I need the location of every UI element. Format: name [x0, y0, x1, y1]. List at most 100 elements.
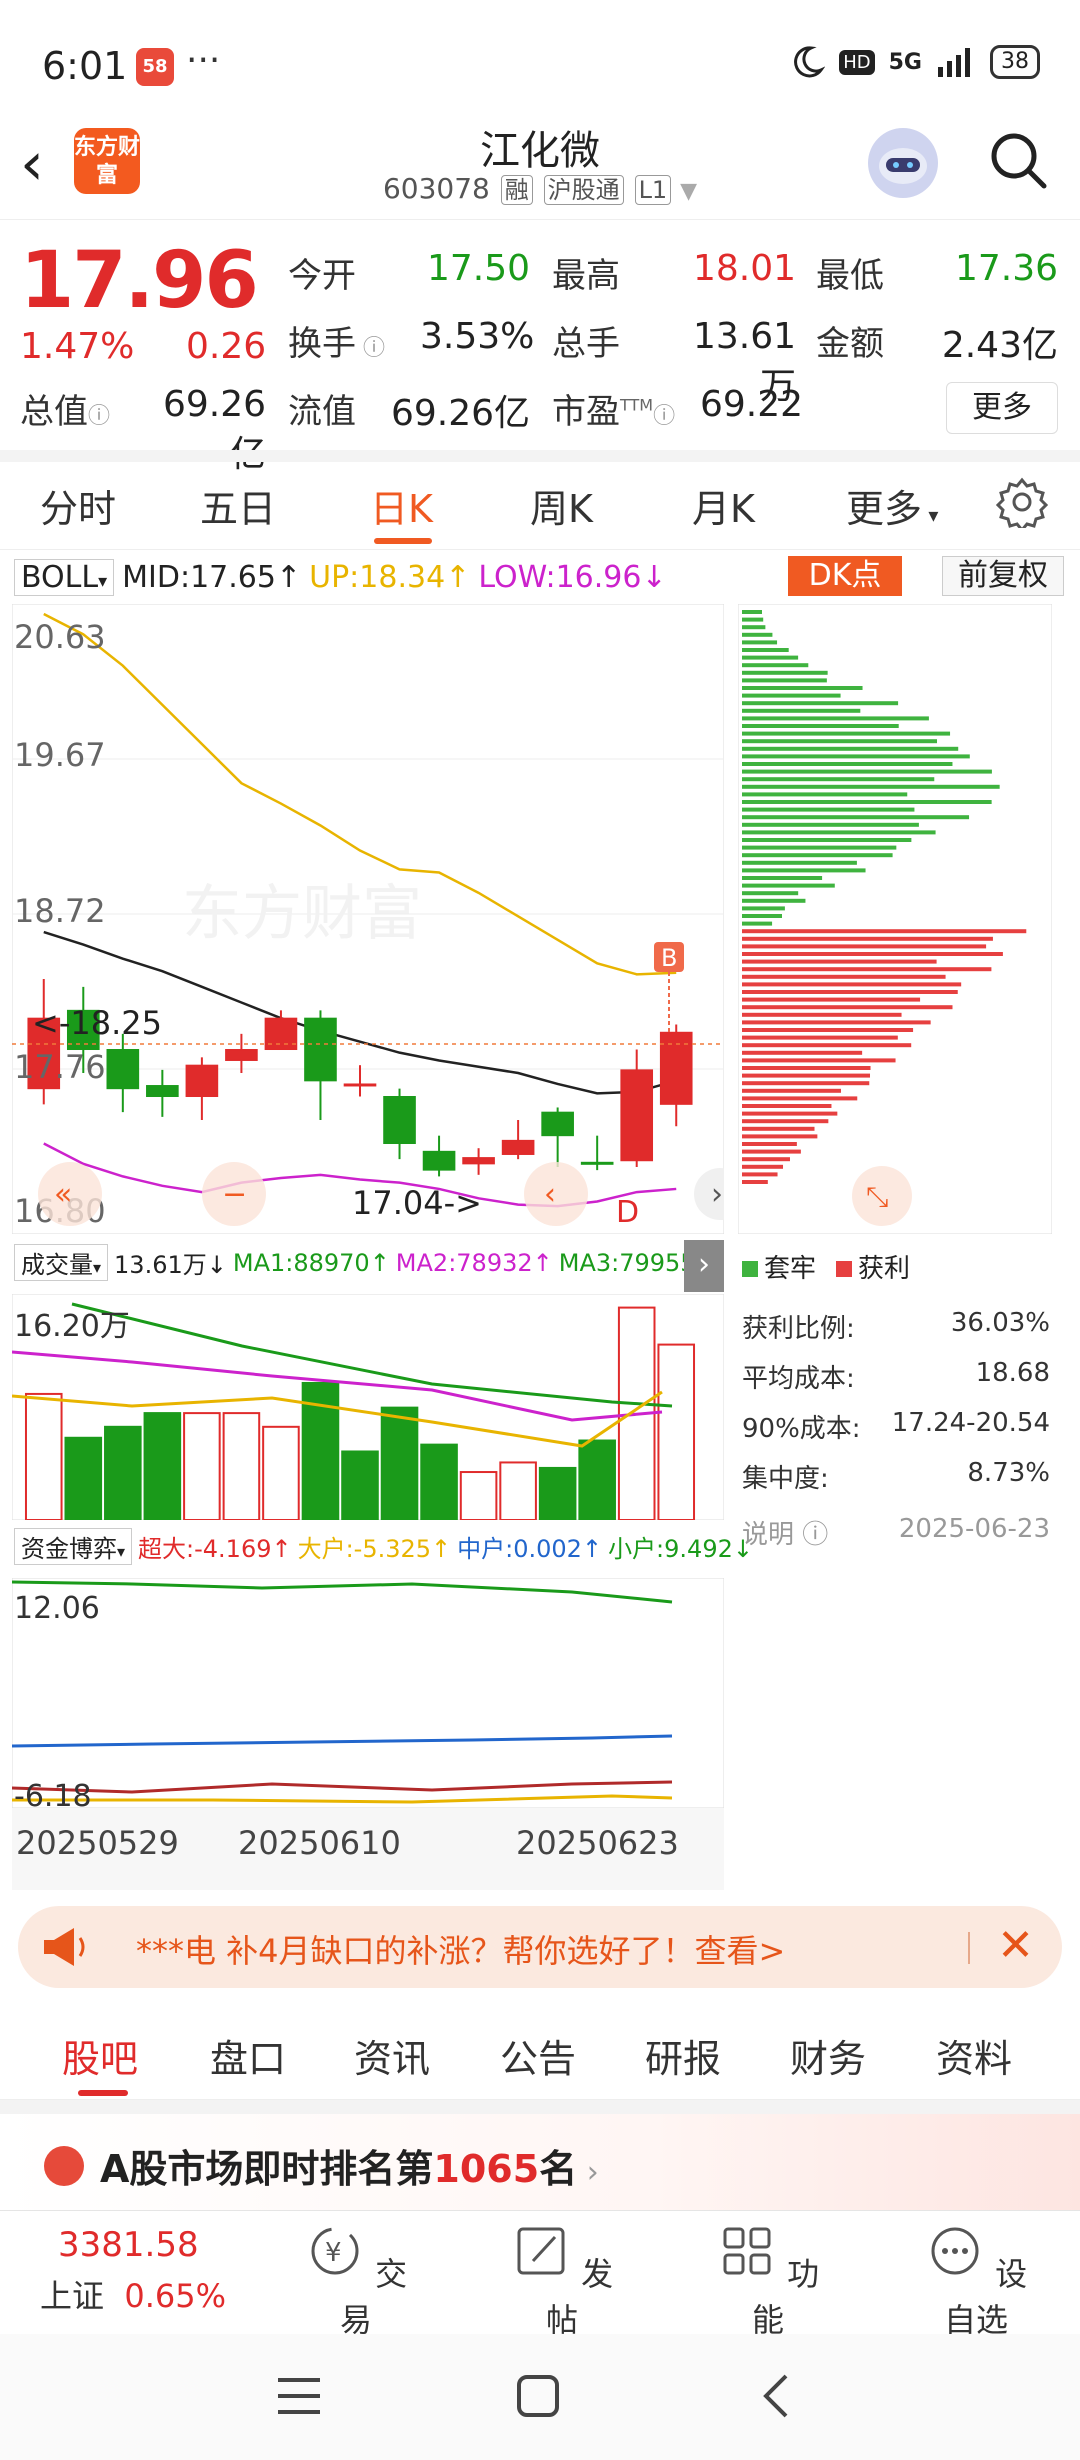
chip-bar	[742, 807, 915, 812]
tab-daily-k[interactable]: 日K	[370, 478, 433, 533]
tab-monthly-k[interactable]: 月K	[692, 478, 755, 533]
tab-weekly-k[interactable]: 周K	[530, 478, 593, 533]
rank-row[interactable]: A股市场即时排名第1065名 ›	[0, 2114, 1080, 2210]
candle-body	[383, 1096, 416, 1145]
tab-intraday[interactable]: 分时	[40, 478, 116, 533]
k-line-chart[interactable]: 东方财富 20.63 19.67 18.72 17.76 16.80 <-18.…	[12, 604, 724, 1234]
post-button[interactable]: 发帖	[502, 2221, 622, 2341]
tab-news[interactable]: 资讯	[354, 2028, 430, 2083]
boll-up: UP:18.34↑	[309, 559, 471, 595]
volume-bar	[64, 1436, 103, 1520]
function-button[interactable]: 功能	[708, 2221, 828, 2341]
high-label: 最高	[552, 256, 620, 296]
tab-guba[interactable]: 股吧	[62, 2028, 138, 2083]
index-widget[interactable]: 3381.58 上证 0.65%	[40, 2225, 226, 2317]
close-icon[interactable]: ✕	[997, 1920, 1034, 1971]
chip-bar	[742, 640, 778, 645]
tab-finance[interactable]: 财务	[790, 2028, 866, 2083]
chip-bar	[742, 792, 908, 797]
promo-banner[interactable]: ***电 补4月缺口的补涨？帮你选好了！查看> ✕	[18, 1906, 1062, 1988]
candle-body	[343, 1083, 377, 1087]
chip-bar	[742, 777, 935, 782]
chip-bar	[742, 617, 764, 622]
moon-icon	[794, 46, 826, 78]
volume-bar	[222, 1412, 261, 1520]
svg-text:«: «	[54, 1177, 72, 1212]
fund-small: 小户:9.492↓	[608, 1535, 753, 1563]
tab-more[interactable]: 更多 ▾	[846, 478, 938, 533]
candle-body	[304, 1017, 337, 1082]
tab-research[interactable]: 研报	[645, 2028, 721, 2083]
expand-right-icon[interactable]: ›	[684, 1240, 724, 1292]
candle-body	[106, 1049, 140, 1090]
chip-bar	[742, 724, 899, 728]
chip-bar	[742, 1164, 784, 1169]
fund-select[interactable]: 资金博弈▾	[14, 1528, 133, 1565]
assistant-robot-icon[interactable]	[868, 128, 938, 198]
dk-point-button[interactable]: DK点	[788, 556, 902, 596]
boll-mid: MID:17.65↑	[122, 559, 302, 595]
chip-bar	[742, 1050, 863, 1055]
scroll-left-icon[interactable]: «	[38, 1162, 102, 1226]
chip-bar	[742, 974, 946, 979]
chip-bar	[742, 686, 863, 690]
chip-bar	[742, 1180, 768, 1184]
home-icon[interactable]	[516, 2374, 560, 2418]
mktcap-label: 总值ⓘ	[20, 392, 111, 432]
zoom-out-icon[interactable]: −	[202, 1162, 266, 1226]
date-label-2: 20250610	[238, 1824, 401, 1862]
chip-bar	[742, 876, 823, 880]
prev-icon[interactable]: ‹	[524, 1162, 588, 1226]
indicator-select[interactable]: BOLL▾	[14, 558, 115, 596]
chip-bar	[742, 1149, 801, 1154]
amount-value: 2.43亿	[941, 325, 1058, 366]
tab-announcement[interactable]: 公告	[500, 2028, 576, 2083]
chip-bar	[742, 1028, 914, 1032]
back-icon[interactable]	[760, 2374, 790, 2418]
chip-bar	[742, 952, 1003, 956]
turnover-label: 换手 ⓘ	[288, 324, 385, 364]
search-icon[interactable]	[986, 128, 1050, 192]
svg-text:‹: ‹	[544, 1177, 556, 1212]
volume-select[interactable]: 成交量▾	[14, 1244, 109, 1281]
chip-bar	[742, 1096, 858, 1101]
volume-label: 总手	[552, 324, 620, 364]
low-marker: 17.04->	[352, 1184, 482, 1222]
adjust-button[interactable]: 前复权	[942, 556, 1064, 596]
svg-text:›: ›	[711, 1177, 723, 1212]
chip-bar	[742, 731, 951, 736]
info-icon[interactable]: ⓘ	[356, 336, 385, 361]
fund-flow-chart[interactable]: 12.06 -6.18	[12, 1578, 724, 1808]
chip-bar	[742, 959, 937, 964]
quote-panel: 17.96 1.47% 0.26 今开 17.50 最高 18.01 最低 17…	[0, 222, 1080, 475]
date-label-3: 20250623	[516, 1824, 679, 1862]
chip-bar	[742, 716, 929, 721]
note-link[interactable]: 说明 ⓘ	[742, 1514, 828, 1551]
chip-bar	[742, 990, 958, 994]
stat-value-avg: 18.68	[975, 1358, 1050, 1388]
tab-pankou[interactable]: 盘口	[210, 2028, 286, 2083]
tag-level: L1	[634, 175, 672, 205]
info-icon[interactable]: ⓘ	[88, 404, 110, 429]
chip-distribution-chart[interactable]: ⤡	[738, 604, 1052, 1234]
candle-body	[462, 1157, 495, 1165]
chip-bar	[742, 883, 835, 888]
rank-text: A股市场即时排名第1065名 ›	[100, 2147, 599, 2191]
stat-label-avg: 平均成本:	[742, 1364, 855, 1394]
legend-profit: 获利	[836, 1248, 910, 1285]
settings-gear-icon[interactable]	[996, 476, 1048, 528]
chip-bar	[742, 739, 938, 744]
chip-bar	[742, 663, 809, 668]
trade-button[interactable]: ¥ 交易	[296, 2221, 416, 2341]
volume-chart[interactable]: 16.20万	[12, 1294, 724, 1520]
chip-bar	[742, 678, 827, 683]
tab-profile[interactable]: 资料	[936, 2028, 1012, 2083]
more-button[interactable]: 更多	[946, 382, 1058, 434]
add-watchlist-button[interactable]: 设自选	[916, 2221, 1036, 2341]
expand-icon[interactable]: ⤡	[852, 1166, 912, 1226]
content-tabs: 股吧 盘口 资讯 公告 研报 财务 资料	[0, 2004, 1080, 2100]
info-icon[interactable]: ⓘ	[653, 404, 675, 429]
menu-icon[interactable]	[276, 2376, 322, 2416]
grid-icon	[723, 2227, 771, 2275]
tab-5day[interactable]: 五日	[200, 478, 276, 533]
